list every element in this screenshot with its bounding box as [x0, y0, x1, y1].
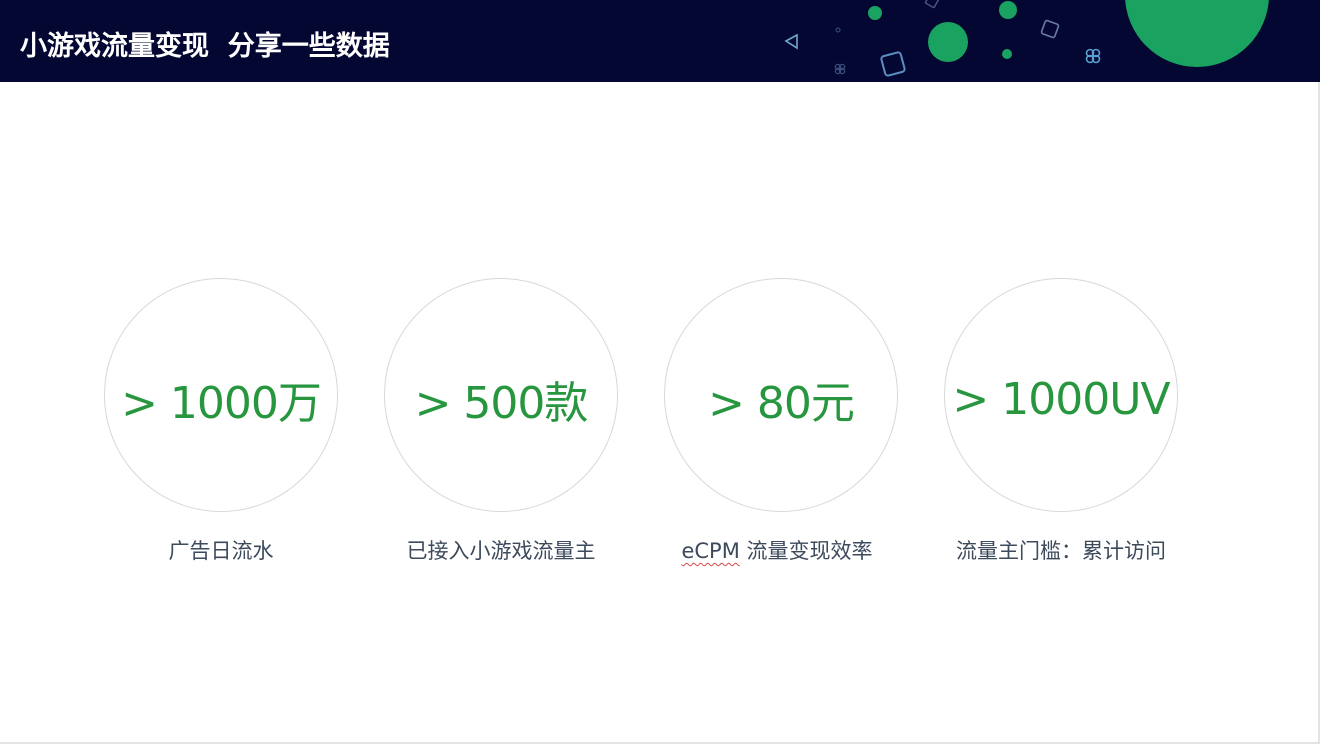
stat-circle: > 1000万 [104, 278, 338, 512]
stat-label-term: eCPM [681, 539, 740, 563]
stat-label: eCPM 流量变现效率 [627, 535, 927, 565]
stat-value: > 500款 [414, 378, 589, 429]
stat-circle: > 80元 [664, 278, 898, 512]
slide: 小游戏流量变现 分享一些数据 > 1000万 广告日流水 > 500款 已接入小… [0, 0, 1320, 744]
stat-label: 流量主门槛：累计访问 [956, 539, 1166, 563]
stat-value: > 1000UV [952, 373, 1170, 425]
stat-value: > 1000万 [121, 378, 322, 429]
stat-label: 广告日流水 [168, 539, 274, 563]
stat-circle: > 1000UV [944, 278, 1178, 512]
stats-section: > 1000万 广告日流水 > 500款 已接入小游戏流量主 > 80元 eCP… [0, 0, 1320, 744]
stat-label-text: 流量变现效率 [739, 539, 873, 563]
stat-circle: > 500款 [384, 278, 618, 512]
stat-label: 已接入小游戏流量主 [406, 539, 596, 563]
stat-value: > 80元 [708, 378, 855, 429]
